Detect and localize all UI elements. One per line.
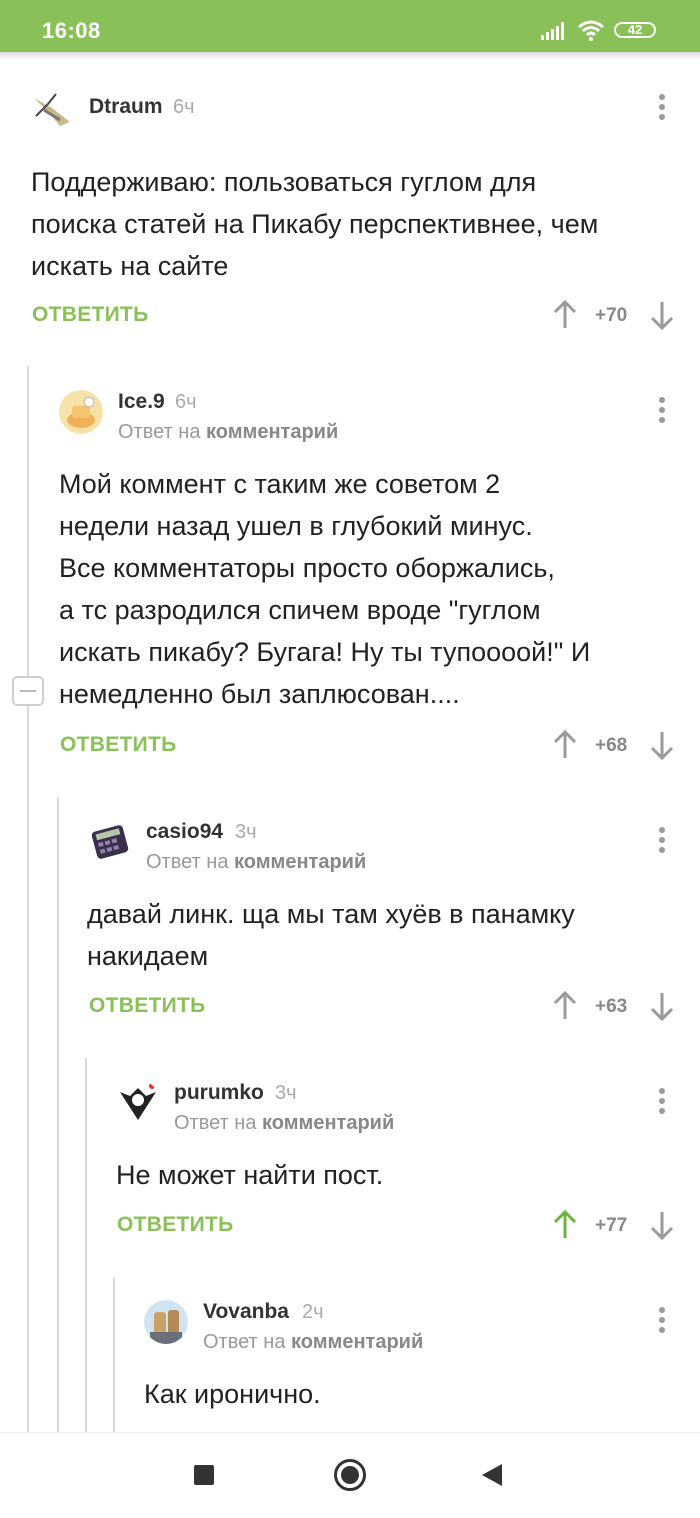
nav-home-icon[interactable] xyxy=(334,1459,366,1491)
rating-value: +77 xyxy=(595,1215,628,1236)
comment-author[interactable]: casio94 xyxy=(146,820,223,844)
reply-to: Ответ на комментарий xyxy=(118,421,339,443)
comment-author[interactable]: Dtraum xyxy=(89,95,163,119)
arrow-up-icon[interactable] xyxy=(553,991,577,1021)
header-shadow xyxy=(0,52,700,60)
comment-time: 2ч xyxy=(302,1301,324,1323)
comment-author[interactable]: Vovanba xyxy=(203,1300,289,1324)
reply-to: Ответ на комментарий xyxy=(146,851,367,873)
reply-to-link[interactable]: комментарий xyxy=(206,421,338,443)
avatar[interactable] xyxy=(88,820,132,864)
comment-text: Поддерживаю: пользоваться гуглом для пои… xyxy=(31,167,599,281)
reply-button[interactable]: ОТВЕТИТЬ xyxy=(32,303,149,327)
arrow-down-icon[interactable] xyxy=(650,300,674,330)
comment-time: 6ч xyxy=(173,96,195,118)
more-vertical-icon[interactable] xyxy=(659,94,665,124)
comment-author[interactable]: purumko xyxy=(174,1081,264,1105)
comment-time: 6ч xyxy=(175,391,197,413)
reply-button[interactable]: ОТВЕТИТЬ xyxy=(60,733,177,757)
arrow-down-icon[interactable] xyxy=(650,991,674,1021)
comment-author[interactable]: Ice.9 xyxy=(118,390,165,414)
status-time: 16:08 xyxy=(42,18,101,43)
arrow-up-icon-upvoted[interactable] xyxy=(553,1210,577,1240)
thread-line xyxy=(113,1278,115,1432)
signal-icon xyxy=(541,22,564,40)
avatar[interactable] xyxy=(116,1080,160,1124)
reply-to: Ответ на комментарий xyxy=(203,1331,424,1353)
rating-value: +68 xyxy=(595,735,628,756)
arrow-up-icon[interactable] xyxy=(553,300,577,330)
wifi-icon xyxy=(578,20,604,41)
avatar[interactable] xyxy=(144,1300,188,1344)
rating-value: +63 xyxy=(595,996,628,1017)
more-vertical-icon[interactable] xyxy=(659,1088,665,1118)
arrow-down-icon[interactable] xyxy=(650,1210,674,1240)
reply-to-link[interactable]: комментарий xyxy=(262,1112,394,1134)
reply-to-link[interactable]: комментарий xyxy=(291,1331,423,1353)
reply-to: Ответ на комментарий xyxy=(174,1112,395,1134)
nav-back-icon[interactable] xyxy=(482,1464,502,1486)
thread-line xyxy=(27,366,29,1432)
comment-text: Не может найти пост. xyxy=(116,1160,384,1190)
system-navigation-bar xyxy=(0,1432,700,1518)
collapse-icon[interactable] xyxy=(12,676,44,706)
reply-button[interactable]: ОТВЕТИТЬ xyxy=(89,994,206,1018)
battery-icon: 42 xyxy=(614,22,656,38)
reply-to-link[interactable]: комментарий xyxy=(234,851,366,873)
arrow-down-icon[interactable] xyxy=(650,730,674,760)
avatar[interactable] xyxy=(59,390,103,434)
nav-recents-icon[interactable] xyxy=(194,1465,214,1485)
comment-text: Мой коммент с таким же советом 2 недели … xyxy=(59,469,591,709)
thread-line xyxy=(85,1058,87,1432)
comment-time: 3ч xyxy=(275,1082,297,1104)
comment-text: давай линк. ща мы там хуёв в панамку нак… xyxy=(87,899,575,971)
thread-line xyxy=(57,797,59,1432)
rating-value: +70 xyxy=(595,305,628,326)
avatar[interactable] xyxy=(30,86,74,130)
status-bar: 16:08 42 xyxy=(0,0,700,52)
comment-text: Как иронично. xyxy=(144,1379,321,1409)
more-vertical-icon[interactable] xyxy=(659,397,665,427)
reply-button[interactable]: ОТВЕТИТЬ xyxy=(117,1213,234,1237)
more-vertical-icon[interactable] xyxy=(659,827,665,857)
arrow-up-icon[interactable] xyxy=(553,730,577,760)
more-vertical-icon[interactable] xyxy=(659,1307,665,1337)
comment-time: 3ч xyxy=(235,821,257,843)
